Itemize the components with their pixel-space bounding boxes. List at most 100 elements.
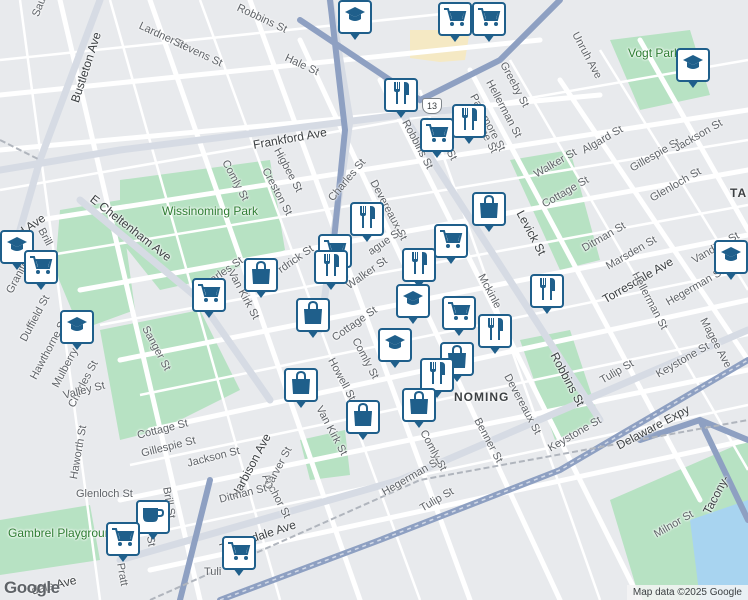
poi-pin-box: [378, 328, 412, 362]
grocery-icon: [477, 6, 501, 33]
poi-pin-pointer: [725, 272, 737, 280]
poi-pin-pointer: [489, 346, 501, 354]
poi-pin-box: [284, 368, 318, 402]
poi-pin[interactable]: [338, 0, 372, 40]
poi-pin[interactable]: [314, 250, 348, 290]
poi-pin[interactable]: [192, 278, 226, 318]
grocery-icon: [439, 228, 463, 255]
poi-pin-pointer: [541, 306, 553, 314]
shopping-bag-icon: [352, 402, 374, 432]
poi-pin[interactable]: [676, 48, 710, 88]
poi-pin-pointer: [117, 554, 129, 562]
poi-pin[interactable]: [296, 298, 330, 338]
street-label: Glenloch St: [76, 488, 133, 500]
poi-pin[interactable]: [60, 310, 94, 350]
poi-pin[interactable]: [24, 250, 58, 290]
poi-pin-pointer: [11, 262, 23, 270]
school-icon: [66, 316, 88, 339]
poi-pin-pointer: [483, 34, 495, 42]
poi-pin-pointer: [407, 316, 419, 324]
school-icon: [682, 54, 704, 77]
poi-pin-pointer: [445, 256, 457, 264]
poi-pin[interactable]: [478, 314, 512, 354]
poi-pin-pointer: [453, 328, 465, 336]
poi-pin-box: [244, 258, 278, 292]
poi-pin[interactable]: [402, 388, 436, 428]
restaurant-icon: [459, 107, 479, 136]
grocery-icon: [425, 122, 449, 149]
park-label: Gambrel Playground: [8, 526, 119, 540]
poi-pin[interactable]: [530, 274, 564, 314]
poi-pin[interactable]: [472, 192, 506, 232]
restaurant-icon: [537, 277, 557, 306]
poi-pin-pointer: [71, 342, 83, 350]
poi-pin-box: [452, 104, 486, 138]
poi-pin[interactable]: [378, 328, 412, 368]
poi-pin-pointer: [357, 432, 369, 440]
poi-pin[interactable]: [452, 104, 486, 144]
poi-pin-box: [402, 248, 436, 282]
grocery-icon: [29, 254, 53, 281]
grocery-icon: [111, 526, 135, 553]
poi-pin-box: [350, 202, 384, 236]
restaurant-icon: [485, 317, 505, 346]
grocery-icon: [197, 282, 221, 309]
poi-pin-box: [714, 240, 748, 274]
poi-pin-box: [60, 310, 94, 344]
poi-pin-box: [296, 298, 330, 332]
poi-pin-box: [384, 78, 418, 112]
poi-pin-box: [478, 314, 512, 348]
poi-pin[interactable]: [438, 2, 472, 42]
poi-pin-pointer: [431, 150, 443, 158]
street-label: Tuli: [204, 566, 222, 578]
poi-pin-box: [136, 500, 170, 534]
map-canvas[interactable]: 13 Saul St Bustleton Ave Lardner St Stev…: [0, 0, 748, 600]
shopping-bag-icon: [408, 390, 430, 420]
poi-pin-box: [472, 2, 506, 36]
poi-pin-box: [396, 284, 430, 318]
poi-pin-box: [442, 296, 476, 330]
restaurant-icon: [321, 253, 341, 282]
restaurant-icon: [391, 81, 411, 110]
poi-pin[interactable]: [420, 118, 454, 158]
poi-pin-pointer: [203, 310, 215, 318]
school-icon: [402, 290, 424, 313]
school-icon: [720, 246, 742, 269]
shopping-bag-icon: [302, 300, 324, 330]
poi-pin-pointer: [35, 282, 47, 290]
poi-pin-box: [420, 358, 454, 392]
map-attribution[interactable]: Map data ©2025 Google: [626, 585, 748, 600]
poi-pin[interactable]: [222, 536, 256, 576]
poi-pin[interactable]: [106, 522, 140, 562]
poi-pin[interactable]: [350, 202, 384, 242]
restaurant-icon: [357, 205, 377, 234]
poi-pin[interactable]: [434, 224, 468, 264]
poi-pin-pointer: [307, 330, 319, 338]
grocery-icon: [447, 300, 471, 327]
poi-pin-pointer: [361, 234, 373, 242]
poi-pin[interactable]: [346, 400, 380, 440]
poi-pin-box: [420, 118, 454, 152]
school-icon: [344, 6, 366, 29]
grocery-icon: [443, 6, 467, 33]
park-label: Wissinoming Park: [162, 204, 259, 218]
poi-pin-pointer: [233, 568, 245, 576]
poi-pin-box: [24, 250, 58, 284]
google-logo: Google: [4, 578, 60, 597]
poi-pin[interactable]: [244, 258, 278, 298]
school-icon: [384, 334, 406, 357]
poi-pin[interactable]: [284, 368, 318, 408]
poi-pin[interactable]: [384, 78, 418, 118]
poi-pin[interactable]: [136, 500, 170, 540]
poi-pin[interactable]: [714, 240, 748, 280]
poi-pin[interactable]: [442, 296, 476, 336]
poi-pin[interactable]: [402, 248, 436, 288]
poi-pin-pointer: [147, 532, 159, 540]
poi-pin[interactable]: [472, 2, 506, 42]
coffee-icon: [141, 505, 165, 530]
poi-pin[interactable]: [396, 284, 430, 324]
poi-pin-pointer: [325, 282, 337, 290]
poi-pin-box: [338, 0, 372, 34]
poi-pin-pointer: [295, 400, 307, 408]
restaurant-icon: [427, 361, 447, 390]
